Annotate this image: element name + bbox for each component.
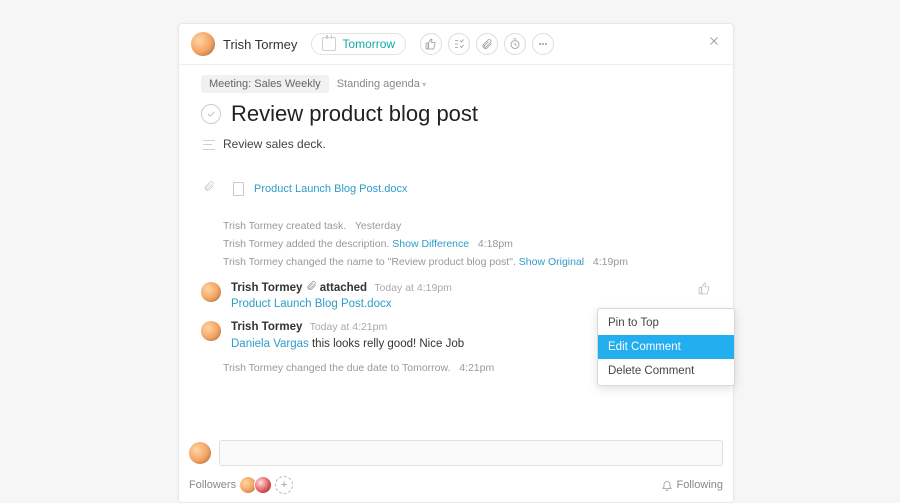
title-row: Review product blog post xyxy=(201,101,711,127)
show-original-link[interactable]: Show Original xyxy=(519,256,584,268)
section-dropdown[interactable]: Standing agenda xyxy=(337,78,426,90)
attach-button[interactable] xyxy=(476,33,498,55)
bell-icon xyxy=(661,479,673,491)
comment-context-menu: Pin to Top Edit Comment Delete Comment xyxy=(597,308,735,386)
comment-actions xyxy=(698,282,711,300)
menu-edit-comment[interactable]: Edit Comment xyxy=(598,335,734,359)
subtasks-button[interactable] xyxy=(448,33,470,55)
menu-pin-to-top[interactable]: Pin to Top xyxy=(598,311,734,335)
log-ts: Yesterday xyxy=(355,220,401,232)
comment-text: this looks relly good! Nice Job xyxy=(312,338,464,350)
log-text: Trish Tormey changed the name to "Review… xyxy=(223,256,516,268)
log-text: Trish Tormey created task. xyxy=(223,220,346,232)
comment-author[interactable]: Trish Tormey xyxy=(231,321,302,333)
compose-row xyxy=(189,440,723,466)
log-line: Trish Tormey created task. Yesterday xyxy=(223,218,711,236)
task-header: Trish Tormey Tomorrow xyxy=(179,24,733,65)
more-actions-button[interactable] xyxy=(532,33,554,55)
comment-verb: attached xyxy=(320,282,367,294)
comment-avatar[interactable] xyxy=(201,321,221,341)
header-action-row xyxy=(420,33,554,55)
log-text: Trish Tormey changed the due date to Tom… xyxy=(223,362,450,374)
comment-file-link[interactable]: Product Launch Blog Post.docx xyxy=(231,298,391,310)
my-avatar[interactable] xyxy=(189,442,211,464)
show-difference-link[interactable]: Show Difference xyxy=(392,238,469,250)
task-pane: Trish Tormey Tomorrow xyxy=(178,23,734,503)
log-ts: 4:21pm xyxy=(459,362,494,374)
description-row: Review sales deck. xyxy=(203,137,711,151)
paperclip-icon xyxy=(203,179,215,198)
due-date-pill[interactable]: Tomorrow xyxy=(311,33,406,55)
log-ts: 4:19pm xyxy=(593,256,628,268)
attachment-link[interactable]: Product Launch Blog Post.docx xyxy=(254,183,407,195)
comment-ts: Today at 4:21pm xyxy=(310,321,388,333)
follower-avatar[interactable] xyxy=(254,476,272,494)
like-comment-button[interactable] xyxy=(698,282,711,300)
due-date-label: Tomorrow xyxy=(342,37,395,51)
followers-label: Followers xyxy=(189,479,236,491)
close-button[interactable] xyxy=(705,32,723,50)
comment-avatar[interactable] xyxy=(201,282,221,302)
tags-row: Meeting: Sales Weekly Standing agenda xyxy=(201,75,711,93)
paperclip-icon xyxy=(306,282,317,294)
log-ts: 4:18pm xyxy=(478,238,513,250)
log-text: Trish Tormey added the description. xyxy=(223,238,389,250)
menu-delete-comment[interactable]: Delete Comment xyxy=(598,359,734,383)
comment-mention[interactable]: Daniela Vargas xyxy=(231,338,309,350)
timer-button[interactable] xyxy=(504,33,526,55)
project-chip[interactable]: Meeting: Sales Weekly xyxy=(201,75,329,93)
calendar-icon xyxy=(322,37,336,51)
comment-author[interactable]: Trish Tormey xyxy=(231,282,302,294)
footer: Followers + Following xyxy=(189,476,723,494)
task-title[interactable]: Review product blog post xyxy=(231,101,478,127)
followers-avatars xyxy=(242,476,272,494)
comment-input[interactable] xyxy=(219,440,723,466)
attachment-row: Product Launch Blog Post.docx xyxy=(203,179,711,198)
following-toggle[interactable]: Following xyxy=(661,479,723,491)
activity-log: Trish Tormey created task. Yesterday Tri… xyxy=(223,218,711,272)
complete-toggle[interactable] xyxy=(201,104,221,124)
comment-ts: Today at 4:19pm xyxy=(374,282,452,294)
assignee-avatar[interactable] xyxy=(191,32,215,56)
add-follower-button[interactable]: + xyxy=(275,476,293,494)
log-line: Trish Tormey changed the name to "Review… xyxy=(223,254,711,272)
log-line: Trish Tormey added the description. Show… xyxy=(223,236,711,254)
like-button[interactable] xyxy=(420,33,442,55)
document-icon xyxy=(233,182,244,196)
assignee-name[interactable]: Trish Tormey xyxy=(223,37,297,52)
following-label: Following xyxy=(677,479,723,491)
task-description[interactable]: Review sales deck. xyxy=(223,137,326,151)
description-icon xyxy=(203,140,215,150)
